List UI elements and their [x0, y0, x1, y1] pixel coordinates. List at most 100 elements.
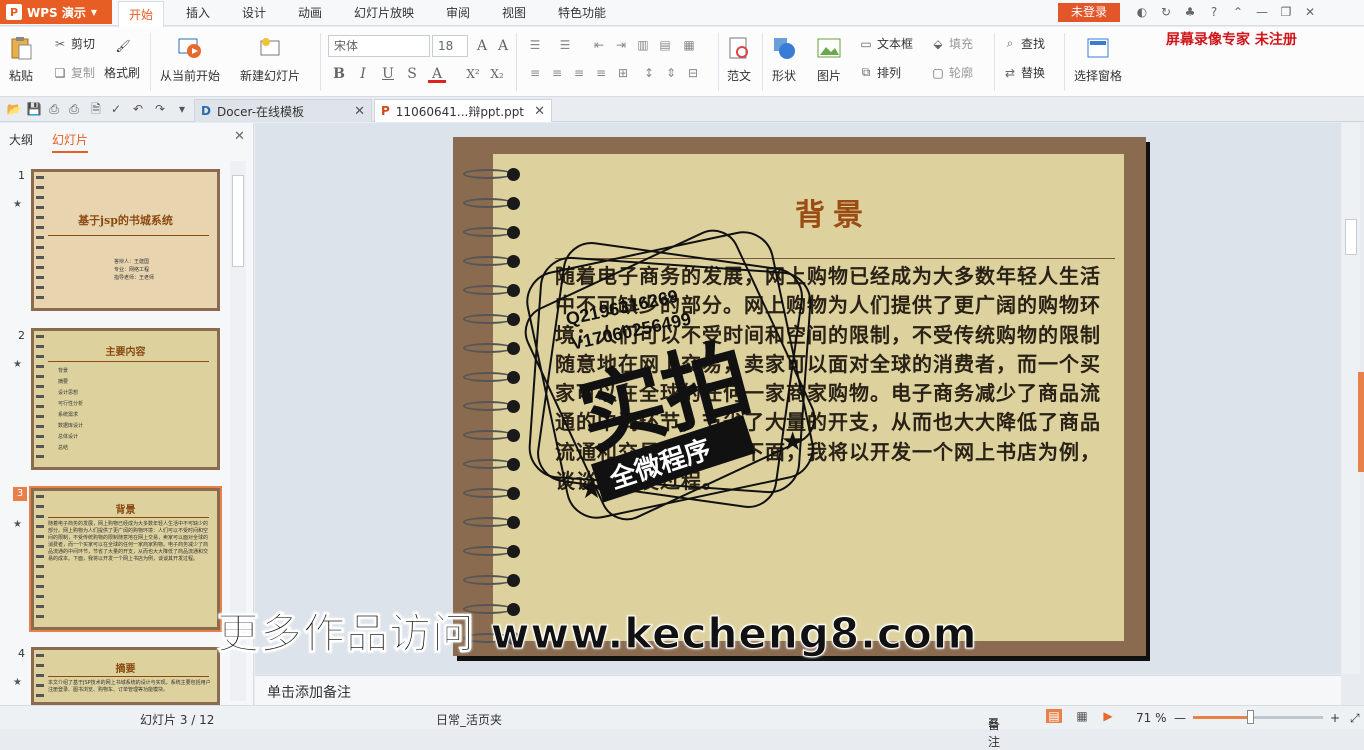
smartart-icon[interactable]: ▦: [680, 37, 698, 53]
new-slide-button[interactable]: 新建幻灯片: [240, 35, 300, 84]
sync-icon[interactable]: ↻: [1158, 3, 1174, 21]
open-icon[interactable]: 📂: [6, 101, 22, 117]
grow-font-button[interactable]: A: [473, 37, 491, 55]
shape-button[interactable]: 形状: [771, 35, 797, 84]
menu-tab-review[interactable]: 审阅: [436, 0, 480, 26]
tab-slides[interactable]: 幻灯片: [52, 131, 89, 153]
find-button[interactable]: ⌕ 查找: [1002, 35, 1045, 52]
slide-counter: 幻灯片 3 / 12: [140, 713, 215, 727]
slide-thumbnail-1[interactable]: 基于jsp的书城系统 答辩人：王建国 专业：网络工程 指导老师：王老师: [31, 169, 220, 311]
app-menu-button[interactable]: P WPS 演示 ▼: [0, 0, 112, 24]
slide-thumbnail-4[interactable]: 摘要 本文介绍了基于JSP技术的网上书城系统的设计与实现，系统主要包括用户注册登…: [31, 647, 220, 705]
zoom-in-icon[interactable]: +: [1330, 711, 1340, 725]
subscript-button[interactable]: X₂: [488, 65, 506, 83]
menu-tab-features[interactable]: 特色功能: [548, 0, 616, 26]
skin-icon[interactable]: ◐: [1134, 3, 1150, 21]
menu-tab-insert[interactable]: 插入: [176, 0, 220, 26]
close-tab-icon[interactable]: ✕: [534, 104, 545, 119]
align-center-icon[interactable]: ≡: [548, 65, 566, 81]
export-pdf-icon[interactable]: ⎙: [46, 101, 62, 117]
decrease-indent-icon[interactable]: ⇤: [590, 37, 608, 53]
shrink-font-button[interactable]: A: [494, 37, 512, 55]
redo-icon[interactable]: ↷: [152, 101, 168, 117]
slide-thumbnail-3[interactable]: 背景 随着电子商务的发展，网上购物已经成为大多数年轻人生活中不可缺少的部分。网上…: [29, 486, 222, 632]
spell-check-icon[interactable]: ✓: [108, 101, 124, 117]
from-current-button[interactable]: 从当前开始: [160, 35, 220, 84]
shadow-button[interactable]: S: [403, 65, 421, 83]
template-button[interactable]: 范文: [726, 35, 752, 84]
font-color-button[interactable]: A: [428, 65, 446, 83]
fit-window-icon[interactable]: ⤢: [1350, 711, 1360, 726]
bold-button[interactable]: B: [330, 65, 348, 83]
menu-tab-slideshow[interactable]: 幻灯片放映: [344, 0, 424, 26]
text-direction-icon[interactable]: ▤: [656, 37, 674, 53]
menu-tab-view[interactable]: 视图: [492, 0, 536, 26]
justify-icon[interactable]: ≡: [592, 65, 610, 81]
restore-icon[interactable]: ❐: [1278, 3, 1294, 21]
superscript-button[interactable]: X²: [464, 65, 482, 83]
vertical-align-icon[interactable]: ⊟: [684, 65, 702, 81]
align-right-icon[interactable]: ≡: [570, 65, 588, 81]
selection-pane-button[interactable]: 选择窗格: [1074, 35, 1122, 84]
menu-tab-design[interactable]: 设计: [232, 0, 276, 26]
bullet-list-icon[interactable]: ☰: [526, 37, 544, 53]
replace-button[interactable]: ⇄ 替换: [1002, 64, 1045, 81]
tab-outline[interactable]: 大纲: [9, 131, 33, 148]
italic-button[interactable]: I: [354, 65, 372, 83]
picture-button[interactable]: 图片: [816, 35, 842, 84]
spiral-ring: [463, 167, 523, 181]
minimize-icon[interactable]: —: [1254, 3, 1270, 21]
arrange-button[interactable]: ⧉ 排列: [858, 64, 901, 81]
close-panel-icon[interactable]: ✕: [234, 129, 245, 144]
normal-view-icon[interactable]: ▤: [1046, 709, 1062, 723]
outline-button[interactable]: ▢ 轮廓: [930, 64, 973, 81]
textbox-button[interactable]: ▭ 文本框: [858, 35, 913, 52]
customize-toolbar-icon[interactable]: ▾: [174, 101, 190, 117]
undo-icon[interactable]: ↶: [130, 101, 146, 117]
notes-area[interactable]: 单击添加备注: [255, 675, 1341, 705]
columns-icon[interactable]: ▥: [634, 37, 652, 53]
print-preview-icon[interactable]: 🗎: [88, 101, 104, 117]
divider: [718, 33, 719, 91]
arrange-icon: ⧉: [861, 65, 871, 79]
sorter-view-icon[interactable]: ▦: [1074, 709, 1090, 723]
align-left-icon[interactable]: ≡: [526, 65, 544, 81]
tab-document[interactable]: P 11060641...辩ppt.ppt ✕: [374, 99, 552, 122]
stamp-overlay: Q2196316269 V17060256499 实拍 全微程序 ★ ★: [524, 229, 816, 521]
collapse-ribbon-icon[interactable]: ⌃: [1230, 3, 1246, 21]
zoom-slider[interactable]: [1193, 710, 1323, 724]
slide-thumbnail-2[interactable]: 主要内容 背景 摘要 设计思想 可行性分析 系统需求 数据库设计 总体设计 总结: [31, 328, 220, 470]
zoom-out-icon[interactable]: —: [1174, 711, 1186, 725]
slide-number: 2: [18, 329, 25, 342]
menu-tab-home[interactable]: 开始: [118, 1, 165, 27]
line-spacing-icon[interactable]: ↕: [640, 65, 658, 81]
scroll-indicator: [1358, 372, 1364, 472]
paragraph-spacing-icon[interactable]: ⇕: [662, 65, 680, 81]
zoom-slider-knob[interactable]: [1247, 710, 1254, 724]
copy-button[interactable]: ❏ 复制: [52, 64, 95, 81]
menu-tab-animation[interactable]: 动画: [288, 0, 332, 26]
slideshow-view-icon[interactable]: ▶: [1100, 709, 1116, 723]
textbox-icon: ▭: [860, 36, 872, 51]
document-tab-bar: 📂 💾 ⎙ ⎙ 🗎 ✓ ↶ ↷ ▾ D Docer-在线模板 ✕ P 11060…: [0, 98, 1364, 217]
distribute-icon[interactable]: ⊞: [614, 65, 632, 81]
help-icon[interactable]: ?: [1206, 3, 1222, 21]
close-icon[interactable]: ✕: [1302, 3, 1318, 21]
underline-button[interactable]: U: [379, 65, 397, 83]
shirt-icon[interactable]: ♣: [1182, 3, 1198, 21]
cut-button[interactable]: ✂ 剪切: [52, 35, 95, 52]
increase-indent-icon[interactable]: ⇥: [612, 37, 630, 53]
outline-icon: ▢: [932, 65, 944, 80]
font-size-select[interactable]: 18: [432, 35, 468, 57]
close-tab-icon[interactable]: ✕: [354, 104, 365, 119]
fill-button[interactable]: ⬙ 填充: [930, 35, 973, 52]
numbered-list-icon[interactable]: ☰: [556, 37, 574, 53]
print-icon[interactable]: ⎙: [66, 101, 82, 117]
font-name-select[interactable]: 宋体: [328, 35, 430, 57]
login-button[interactable]: 未登录: [1058, 3, 1120, 22]
tab-docer[interactable]: D Docer-在线模板 ✕: [194, 99, 372, 122]
save-icon[interactable]: 💾: [26, 101, 42, 117]
paste-button[interactable]: 粘贴: [8, 35, 34, 84]
divider: [1064, 33, 1065, 91]
format-painter-button[interactable]: 格式刷: [104, 64, 140, 81]
